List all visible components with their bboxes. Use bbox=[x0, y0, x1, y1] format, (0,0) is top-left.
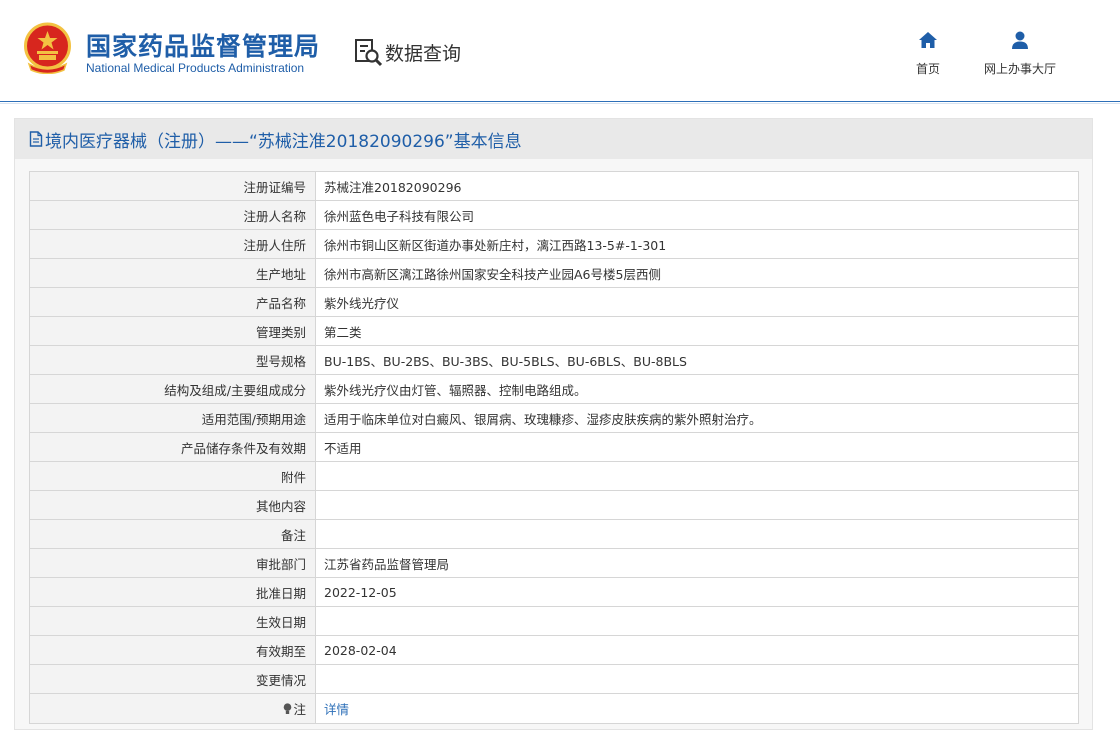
header-divider bbox=[0, 103, 1120, 104]
field-value: 徐州蓝色电子科技有限公司 bbox=[315, 200, 1079, 230]
nav-online-service-hall-label: 网上办事大厅 bbox=[983, 62, 1056, 76]
table-row-note: 注 详情 bbox=[29, 693, 1079, 724]
document-search-icon bbox=[355, 39, 383, 67]
data-query-label: 数据查询 bbox=[385, 42, 462, 65]
table-row: 型号规格 BU-1BS、BU-2BS、BU-3BS、BU-5BLS、BU-6BLS… bbox=[29, 345, 1079, 375]
home-icon bbox=[919, 32, 937, 48]
national-emblem-icon bbox=[24, 22, 71, 74]
table-row: 管理类别 第二类 bbox=[29, 316, 1079, 346]
field-value bbox=[315, 461, 1079, 491]
field-value: 2022-12-05 bbox=[315, 577, 1079, 607]
nav-home-label: 首页 bbox=[915, 62, 940, 76]
site-header: 国家药品监督管理局 National Medical Products Admi… bbox=[0, 0, 1120, 102]
details-link[interactable]: 详情 bbox=[324, 702, 349, 717]
table-row: 结构及组成/主要组成成分 紫外线光疗仪由灯管、辐照器、控制电路组成。 bbox=[29, 374, 1079, 404]
page-title: 境内医疗器械（注册）——“苏械注准20182090296”基本信息 bbox=[45, 131, 522, 152]
field-value: 徐州市高新区漓江路徐州国家安全科技产业园A6号楼5层西侧 bbox=[315, 258, 1079, 288]
field-label: 附件 bbox=[29, 461, 316, 491]
table-row: 备注 bbox=[29, 519, 1079, 549]
table-row: 批准日期 2022-12-05 bbox=[29, 577, 1079, 607]
field-label: 其他内容 bbox=[29, 490, 316, 520]
field-value: 苏械注准20182090296 bbox=[315, 171, 1079, 201]
field-value bbox=[315, 519, 1079, 549]
table-row: 审批部门 江苏省药品监督管理局 bbox=[29, 548, 1079, 578]
site-logo-subtitle[interactable]: National Medical Products Administration bbox=[86, 61, 304, 75]
field-value: 详情 bbox=[315, 693, 1079, 724]
field-label: 注册证编号 bbox=[29, 171, 316, 201]
field-value: 不适用 bbox=[315, 432, 1079, 462]
nav-online-service-hall[interactable]: 网上办事大厅 bbox=[974, 30, 1066, 77]
field-value bbox=[315, 490, 1079, 520]
table-row: 注册人住所 徐州市铜山区新区街道办事处新庄村，漓江西路13-5#-1-301 bbox=[29, 229, 1079, 259]
table-row: 其他内容 bbox=[29, 490, 1079, 520]
table-row: 产品储存条件及有效期 不适用 bbox=[29, 432, 1079, 462]
field-label: 产品储存条件及有效期 bbox=[29, 432, 316, 462]
panel-header: 境内医疗器械（注册）——“苏械注准20182090296”基本信息 bbox=[15, 119, 1092, 159]
field-label: 适用范围/预期用途 bbox=[29, 403, 316, 433]
field-value: 紫外线光疗仪由灯管、辐照器、控制电路组成。 bbox=[315, 374, 1079, 404]
nav-home[interactable]: 首页 bbox=[908, 30, 948, 77]
field-label: 型号规格 bbox=[29, 345, 316, 375]
note-label: 注 bbox=[293, 702, 306, 717]
document-icon bbox=[29, 131, 43, 147]
data-query-link[interactable]: 数据查询 bbox=[353, 36, 461, 68]
field-label: 管理类别 bbox=[29, 316, 316, 346]
field-label: 生产地址 bbox=[29, 258, 316, 288]
field-value: 适用于临床单位对白癜风、银屑病、玫瑰糠疹、湿疹皮肤疾病的紫外照射治疗。 bbox=[315, 403, 1079, 433]
table-row: 生效日期 bbox=[29, 606, 1079, 636]
table-row: 注册人名称 徐州蓝色电子科技有限公司 bbox=[29, 200, 1079, 230]
field-value bbox=[315, 664, 1079, 694]
table-row: 变更情况 bbox=[29, 664, 1079, 694]
field-label: 注册人名称 bbox=[29, 200, 316, 230]
field-value: 2028-02-04 bbox=[315, 635, 1079, 665]
field-label: 审批部门 bbox=[29, 548, 316, 578]
field-value: 江苏省药品监督管理局 bbox=[315, 548, 1079, 578]
field-label: 注 bbox=[29, 693, 316, 724]
table-row: 生产地址 徐州市高新区漓江路徐州国家安全科技产业园A6号楼5层西侧 bbox=[29, 258, 1079, 288]
field-label: 有效期至 bbox=[29, 635, 316, 665]
site-logo-title[interactable]: 国家药品监督管理局 bbox=[86, 27, 320, 63]
field-label: 结构及组成/主要组成成分 bbox=[29, 374, 316, 404]
table-row: 适用范围/预期用途 适用于临床单位对白癜风、银屑病、玫瑰糠疹、湿疹皮肤疾病的紫外照… bbox=[29, 403, 1079, 433]
field-value: 紫外线光疗仪 bbox=[315, 287, 1079, 317]
field-label: 变更情况 bbox=[29, 664, 316, 694]
field-label: 生效日期 bbox=[29, 606, 316, 636]
field-value: 第二类 bbox=[315, 316, 1079, 346]
field-label: 产品名称 bbox=[29, 287, 316, 317]
table-row: 注册证编号 苏械注准20182090296 bbox=[29, 171, 1079, 201]
field-value bbox=[315, 606, 1079, 636]
field-label: 批准日期 bbox=[29, 577, 316, 607]
table-row: 产品名称 紫外线光疗仪 bbox=[29, 287, 1079, 317]
detail-panel: 境内医疗器械（注册）——“苏械注准20182090296”基本信息 注册证编号苏… bbox=[14, 118, 1093, 730]
bulb-icon bbox=[284, 703, 292, 714]
field-label: 备注 bbox=[29, 519, 316, 549]
table-row: 有效期至 2028-02-04 bbox=[29, 635, 1079, 665]
registration-info-table: 注册证编号 苏械注准20182090296 注册人名称 徐州蓝色电子科技有限公司 注册人… bbox=[29, 171, 1079, 724]
field-value: 徐州市铜山区新区街道办事处新庄村，漓江西路13-5#-1-301 bbox=[315, 229, 1079, 259]
user-icon bbox=[1012, 31, 1028, 49]
field-value: BU-1BS、BU-2BS、BU-3BS、BU-5BLS、BU-6BLS、BU-… bbox=[315, 345, 1079, 375]
field-label: 注册人住所 bbox=[29, 229, 316, 259]
table-row: 附件 bbox=[29, 461, 1079, 491]
